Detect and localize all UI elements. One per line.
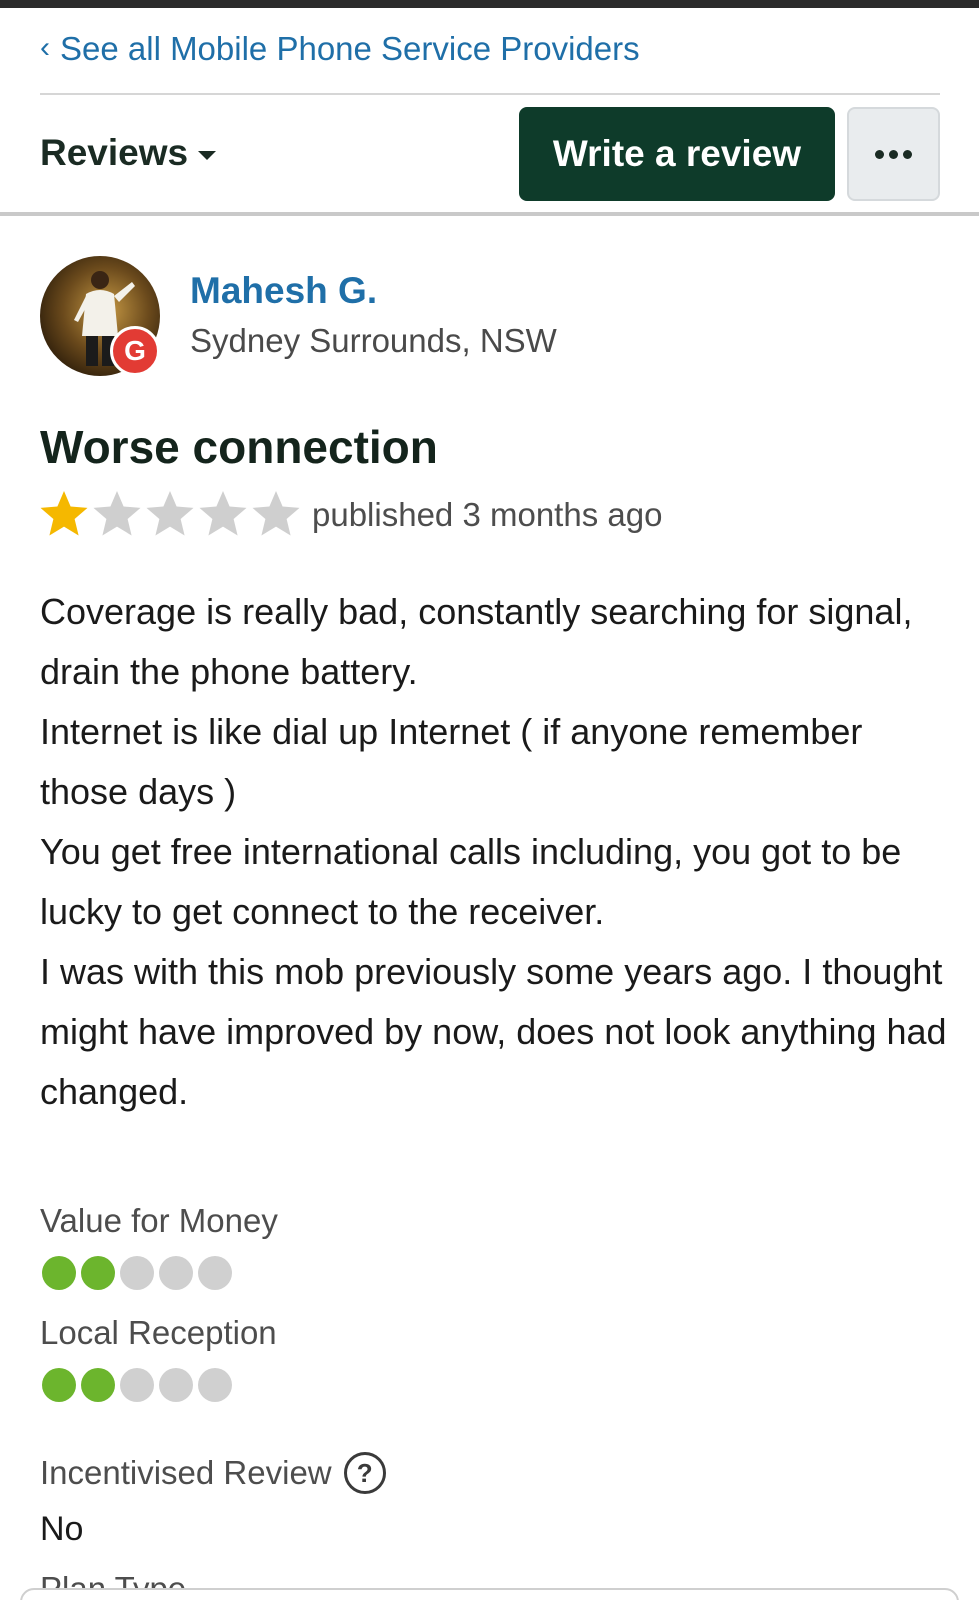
review-body-line: Internet is like dial up Internet ( if a…	[40, 711, 863, 812]
caret-down-icon	[198, 150, 217, 160]
more-horizontal-icon	[875, 149, 884, 159]
review-toolbar: Reviews Write a review	[0, 96, 979, 214]
metric-label-value-for-money: Value for Money	[40, 1202, 278, 1239]
metric-label-local-reception: Local Reception	[40, 1314, 277, 1351]
rating-dot-filled	[42, 1368, 76, 1402]
bottom-sheet-edge	[20, 1588, 959, 1600]
review-body: Coverage is really bad, constantly searc…	[40, 582, 950, 1122]
star-empty-icon	[146, 491, 194, 536]
star-empty-icon	[252, 491, 300, 536]
reviewer-name[interactable]: Mahesh G.	[190, 270, 377, 312]
incentivised-review-value: No	[40, 1510, 84, 1548]
star-filled-icon	[40, 491, 88, 536]
incentivised-review-label: Incentivised Review	[40, 1454, 332, 1491]
rating-dot-empty	[198, 1368, 232, 1402]
published-date: published 3 months ago	[312, 496, 663, 533]
more-horizontal-icon-dot	[889, 149, 898, 159]
reviewer-location: Sydney Surrounds, NSW	[190, 322, 557, 359]
review-title: Worse connection	[40, 421, 438, 473]
status-strip	[0, 0, 979, 8]
google-badge-icon: G	[110, 326, 160, 376]
review-body-line: Coverage is really bad, constantly searc…	[40, 591, 913, 632]
more-horizontal-icon-dot	[903, 149, 912, 159]
star-rating	[38, 488, 302, 540]
rating-dot-empty	[159, 1256, 193, 1290]
more-options-button[interactable]	[847, 107, 940, 201]
toolbar-divider	[0, 212, 979, 216]
rating-dot-filled	[81, 1256, 115, 1290]
rating-dot-filled	[81, 1368, 115, 1402]
rating-dot-filled	[42, 1256, 76, 1290]
rating-dot-empty	[159, 1368, 193, 1402]
metric-rating-value-for-money	[42, 1256, 232, 1290]
back-link-label: See all Mobile Phone Service Providers	[60, 30, 640, 67]
review-body-line: You get free international calls includi…	[40, 831, 902, 932]
reviews-dropdown-label: Reviews	[40, 132, 189, 173]
review-body-line: I was with this mob previously some year…	[40, 951, 947, 1112]
incentivised-review-row: Incentivised Review ?	[40, 1452, 386, 1494]
divider	[40, 93, 940, 95]
write-review-button[interactable]: Write a review	[519, 107, 835, 201]
rating-dot-empty	[198, 1256, 232, 1290]
review-body-line: drain the phone battery.	[40, 651, 418, 692]
help-icon[interactable]: ?	[343, 1452, 386, 1494]
rating-dot-empty	[120, 1256, 154, 1290]
rating-dot-empty	[120, 1368, 154, 1402]
metric-rating-local-reception	[42, 1368, 232, 1402]
star-empty-icon	[93, 491, 141, 536]
reviews-dropdown[interactable]: Reviews	[40, 132, 217, 174]
back-to-category-link[interactable]: ‹ See all Mobile Phone Service Providers	[40, 30, 640, 68]
star-empty-icon	[199, 491, 247, 536]
chevron-left-icon: ‹	[40, 31, 50, 64]
